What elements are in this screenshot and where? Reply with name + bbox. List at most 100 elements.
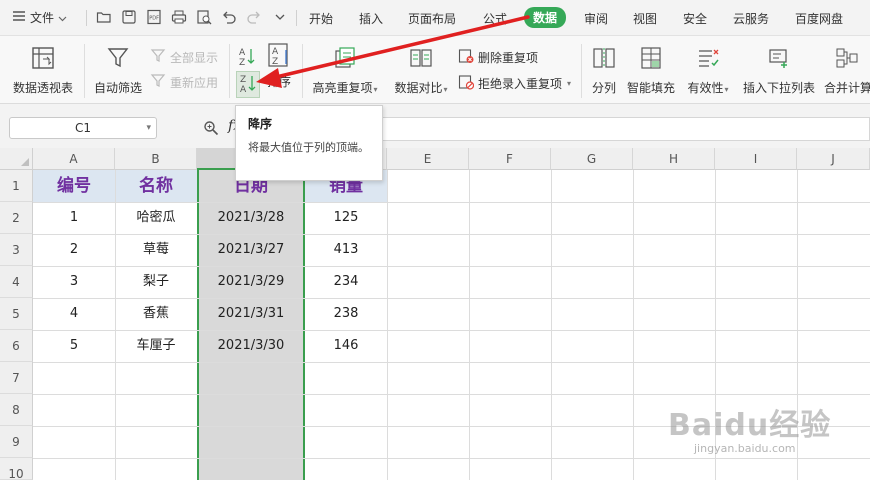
column-header-e[interactable]: E	[387, 148, 469, 170]
print-icon[interactable]	[171, 9, 187, 25]
column-header-b[interactable]: B	[115, 148, 197, 170]
flash-fill-button[interactable]: 智能填充	[625, 46, 677, 96]
table-header-cell[interactable]: 编号	[33, 170, 115, 202]
table-cell[interactable]: 梨子	[115, 266, 197, 298]
table-header-cell[interactable]: 名称	[115, 170, 197, 202]
grid-line	[33, 362, 870, 363]
flash-fill-icon	[625, 46, 677, 73]
tab-home[interactable]: 开始	[309, 10, 333, 27]
column-header-a[interactable]: A	[33, 148, 115, 170]
sort-descending-icon: Z A	[240, 75, 256, 95]
tab-view[interactable]: 视图	[633, 10, 657, 27]
row-header[interactable]: 8	[0, 394, 33, 426]
column-header-i[interactable]: I	[715, 148, 797, 170]
data-compare-icon	[391, 46, 451, 73]
flash-fill-label: 智能填充	[626, 81, 675, 95]
table-cell[interactable]: 哈密瓜	[115, 202, 197, 234]
table-cell[interactable]: 1	[33, 202, 115, 234]
row-header[interactable]: 9	[0, 426, 33, 458]
sort-button[interactable]: AZ 排序	[262, 42, 296, 90]
tab-page-layout[interactable]: 页面布局	[408, 10, 456, 27]
text-to-columns-button[interactable]: 分列	[589, 46, 619, 96]
autofilter-button[interactable]: 自动筛选	[92, 46, 144, 96]
pivot-table-button[interactable]: 数据透视表	[10, 46, 76, 96]
table-cell[interactable]: 2021/3/29	[197, 266, 305, 298]
table-cell[interactable]: 2021/3/28	[197, 202, 305, 234]
table-cell[interactable]: 4	[33, 298, 115, 330]
data-compare-button[interactable]: 数据对比▾	[391, 46, 451, 96]
tab-insert[interactable]: 插入	[359, 10, 383, 27]
print-preview-icon[interactable]	[196, 9, 212, 25]
row-header[interactable]: 6	[0, 330, 33, 362]
table-cell[interactable]: 2021/3/27	[197, 234, 305, 266]
table-cell[interactable]: 125	[305, 202, 387, 234]
tab-security[interactable]: 安全	[683, 10, 707, 27]
row-header[interactable]: 2	[0, 202, 33, 234]
highlight-duplicates-icon	[310, 46, 380, 73]
remove-duplicates-icon	[458, 48, 474, 67]
svg-text:Z: Z	[272, 57, 278, 67]
grid-line	[387, 170, 388, 480]
sort-ascending-button[interactable]: A Z	[238, 46, 256, 69]
column-header-j[interactable]: J	[797, 148, 870, 170]
row-header[interactable]: 3	[0, 234, 33, 266]
ribbon-separator	[302, 44, 303, 98]
remove-duplicates-button[interactable]: 删除重复项	[458, 48, 538, 67]
row-header[interactable]: 5	[0, 298, 33, 330]
column-header-g[interactable]: G	[551, 148, 633, 170]
baidu-jingyan-watermark: Baidu经验 jingyan.baidu.com	[668, 400, 831, 455]
tab-cloud-service[interactable]: 云服务	[733, 10, 769, 27]
file-menu-label: 文件	[30, 11, 55, 25]
file-menu[interactable]: 文件	[12, 9, 67, 26]
row-header[interactable]: 7	[0, 362, 33, 394]
column-header-f[interactable]: F	[469, 148, 551, 170]
table-cell[interactable]: 413	[305, 234, 387, 266]
table-cell[interactable]: 146	[305, 330, 387, 362]
dropdown-list-icon	[741, 46, 817, 73]
table-cell[interactable]: 234	[305, 266, 387, 298]
redo-icon[interactable]	[246, 9, 262, 25]
undo-icon[interactable]	[221, 9, 237, 25]
consolidate-label: 合并计算	[824, 81, 870, 95]
customize-dropdown-icon[interactable]	[272, 9, 288, 25]
table-cell[interactable]: 2021/3/30	[197, 330, 305, 362]
sort-az-icon: AZ	[262, 42, 296, 71]
consolidate-button[interactable]: 合并计算	[824, 46, 870, 96]
tab-data[interactable]: 数据	[524, 7, 567, 28]
table-cell[interactable]: 车厘子	[115, 330, 197, 362]
table-cell[interactable]: 238	[305, 298, 387, 330]
highlight-duplicates-button[interactable]: 高亮重复项▾	[310, 46, 380, 96]
row-header[interactable]: 4	[0, 266, 33, 298]
grid-line	[551, 170, 552, 480]
table-cell[interactable]: 2	[33, 234, 115, 266]
name-box[interactable]: C1 ▾	[9, 117, 157, 139]
reapply-button[interactable]: 重新应用	[150, 73, 218, 92]
select-all-corner[interactable]	[0, 148, 33, 170]
menu-separator	[86, 10, 87, 26]
reject-duplicate-entry-button[interactable]: 拒绝录入重复项 ▾	[458, 74, 571, 93]
reject-duplicates-label: 拒绝录入重复项	[478, 77, 563, 91]
show-all-button[interactable]: 全部显示	[150, 48, 218, 67]
open-folder-icon[interactable]	[96, 9, 112, 25]
zoom-search-icon[interactable]	[203, 120, 219, 139]
pdf-export-icon[interactable]: PDF	[146, 9, 162, 25]
tab-baidu-netdisk[interactable]: 百度网盘	[795, 10, 843, 27]
insert-dropdown-list-button[interactable]: 插入下拉列表	[741, 46, 817, 96]
tab-formulas[interactable]: 公式	[483, 10, 507, 27]
ribbon-data: 数据透视表 自动筛选 全部显示 重新应用 A Z Z A A Z 排序 高亮重复…	[0, 36, 870, 104]
table-cell[interactable]: 香蕉	[115, 298, 197, 330]
ribbon-separator	[84, 44, 85, 98]
row-header[interactable]: 10	[0, 458, 33, 480]
table-cell[interactable]: 草莓	[115, 234, 197, 266]
table-cell[interactable]: 5	[33, 330, 115, 362]
save-icon[interactable]	[121, 9, 137, 25]
tab-review[interactable]: 审阅	[584, 10, 608, 27]
column-header-h[interactable]: H	[633, 148, 715, 170]
table-cell[interactable]: 3	[33, 266, 115, 298]
table-cell[interactable]: 2021/3/31	[197, 298, 305, 330]
row-header[interactable]: 1	[0, 170, 33, 202]
sort-descending-button[interactable]: Z A	[236, 71, 260, 98]
data-validation-button[interactable]: 有效性▾	[684, 46, 732, 96]
chevron-down-icon[interactable]: ▾	[146, 118, 151, 138]
funnel-clear-icon	[150, 48, 166, 67]
